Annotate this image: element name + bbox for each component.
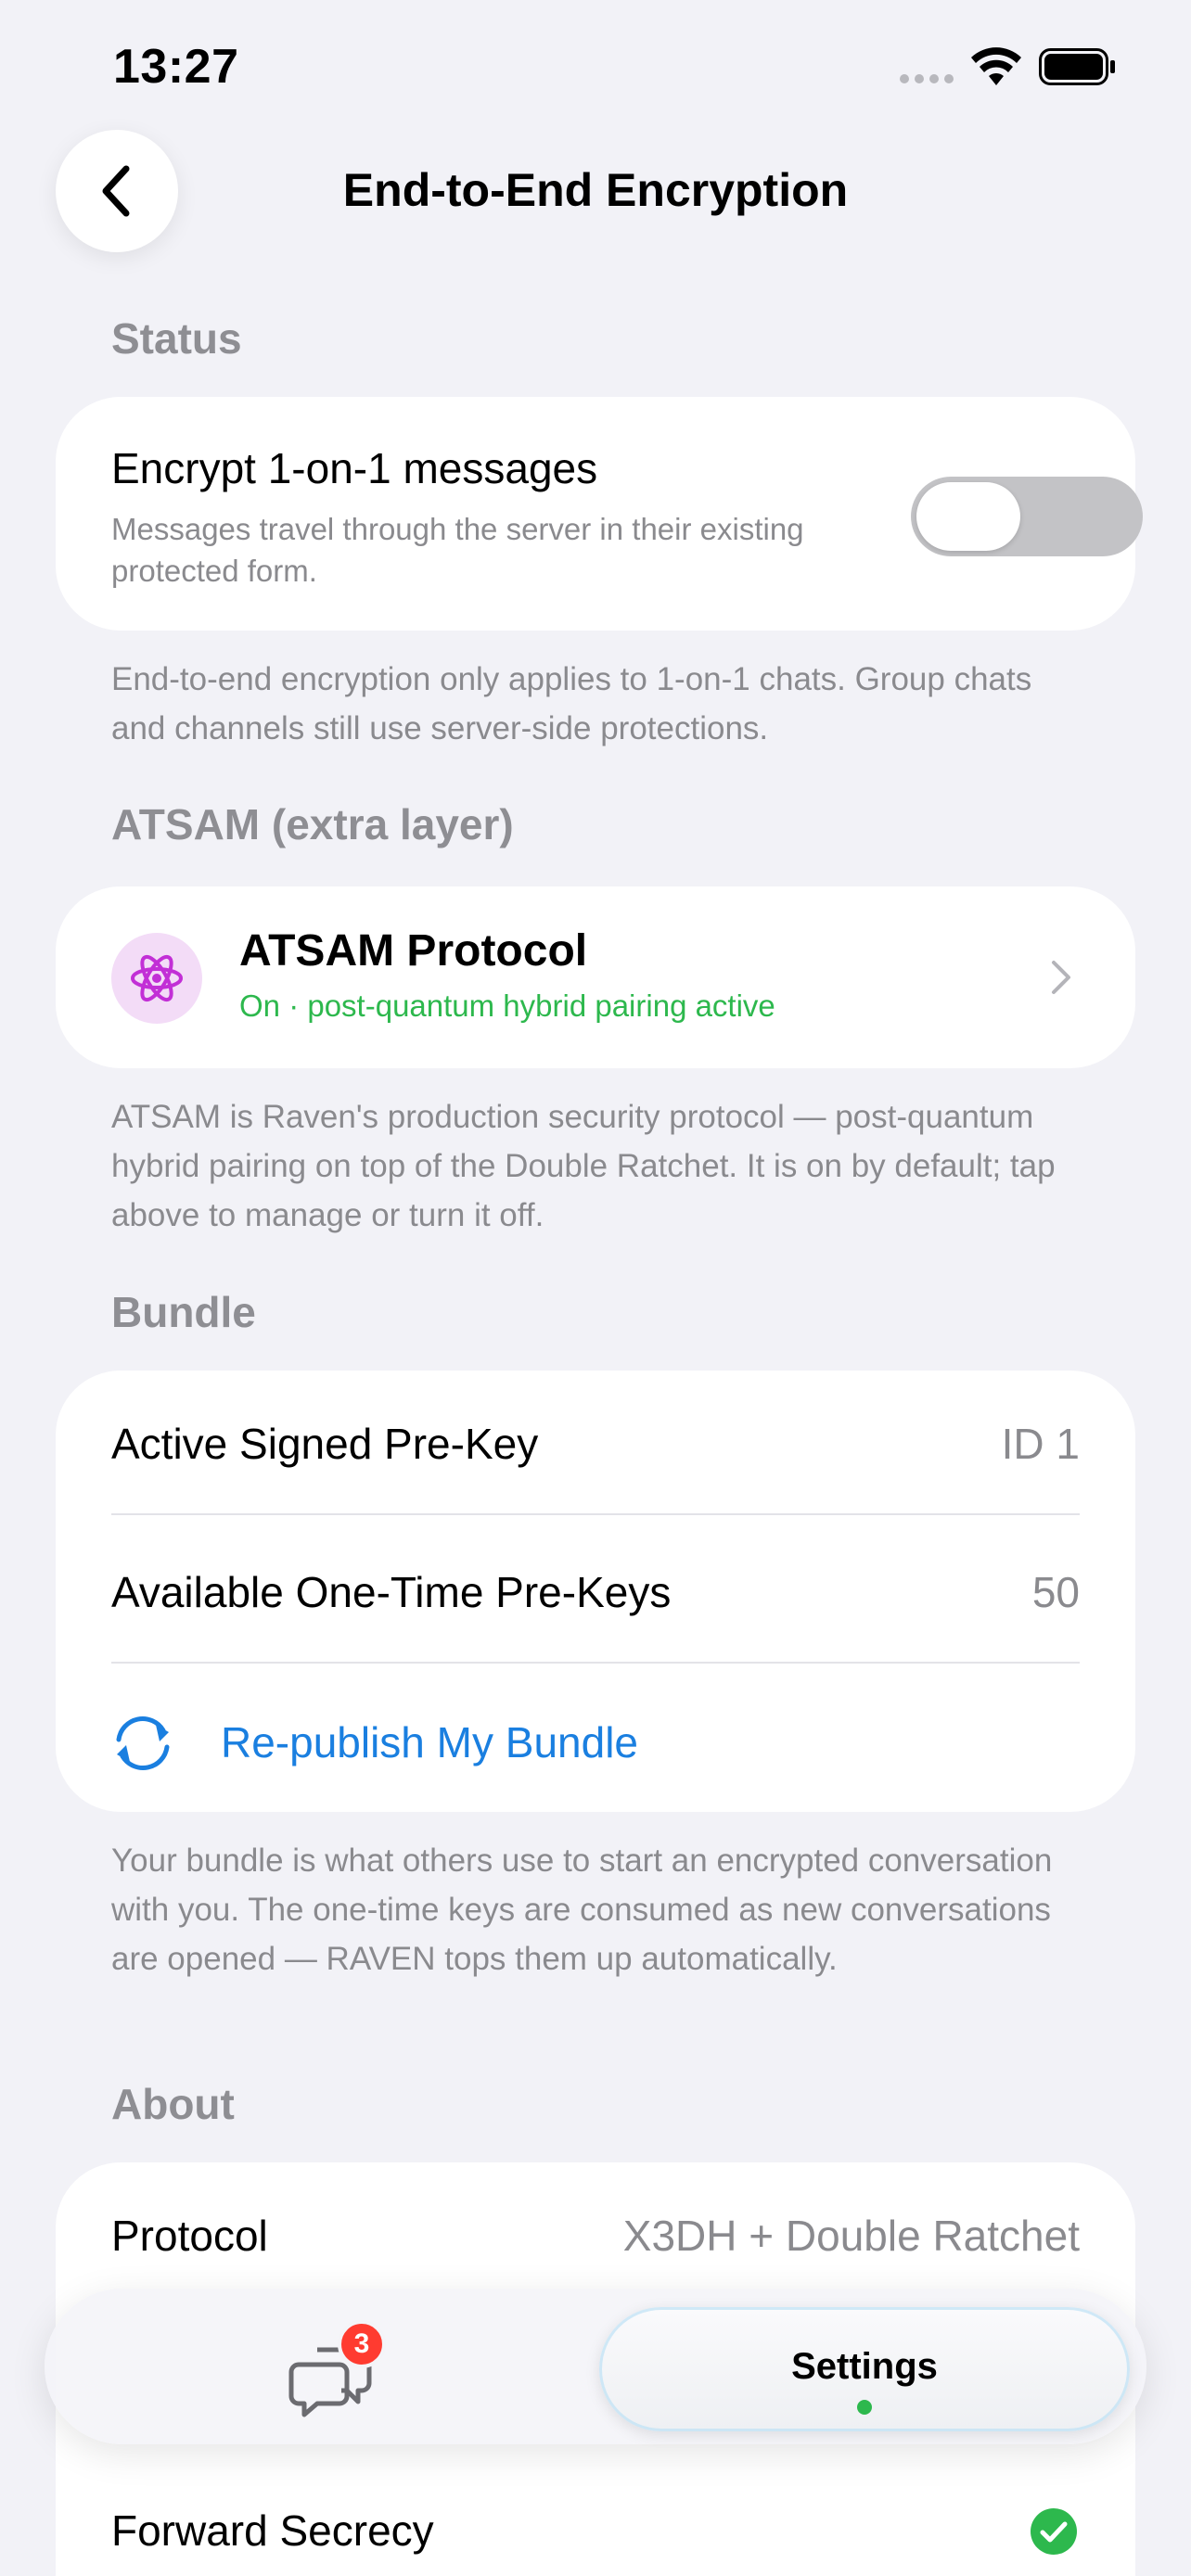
toggle-subtitle: Messages travel through the server in th… — [111, 512, 804, 588]
republish-label: Re-publish My Bundle — [221, 1718, 639, 1766]
unread-badge: 3 — [338, 2320, 386, 2368]
protocol-label: Protocol — [111, 2212, 268, 2260]
signed-prekey-value: ID 1 — [1001, 1420, 1080, 1468]
signed-prekey-label: Active Signed Pre-Key — [111, 1420, 539, 1468]
atsam-icon-badge — [111, 933, 202, 1024]
refresh-icon — [116, 1716, 170, 1770]
tab-chats[interactable]: 3 — [286, 2320, 388, 2418]
tab-settings[interactable]: Settings — [599, 2307, 1130, 2431]
status-footnote: End-to-end encryption only applies to 1-… — [111, 661, 1032, 746]
atsam-footnote: ATSAM is Raven's production security pro… — [111, 1099, 1056, 1233]
encrypt-toggle[interactable] — [911, 477, 1143, 556]
section-header-about: About — [111, 2080, 235, 2128]
active-tab-indicator — [857, 2400, 872, 2415]
onetime-prekeys-value: 50 — [1031, 1568, 1080, 1616]
signal-dots-icon — [900, 74, 954, 83]
chevron-right-icon — [1052, 961, 1070, 994]
atsam-title: ATSAM Protocol — [239, 926, 588, 976]
atsam-protocol-row[interactable]: ATSAM Protocol On · post-quantum hybrid … — [56, 886, 1135, 1068]
toggle-knob — [916, 482, 1020, 551]
forward-secrecy-label: Forward Secrecy — [111, 2506, 434, 2555]
section-header-status: Status — [111, 314, 242, 363]
status-bar: 13:27 — [0, 0, 1191, 139]
status-card: Encrypt 1-on-1 messages Messages travel … — [56, 397, 1143, 631]
screen: 13:27 End-to-End Encryption Status Encry… — [0, 0, 1191, 2576]
atom-icon — [131, 954, 183, 1002]
status-time: 13:27 — [113, 40, 239, 94]
bundle-footnote: Your bundle is what others use to start … — [111, 1843, 1053, 1977]
tab-settings-label: Settings — [791, 2346, 938, 2387]
page-title: End-to-End Encryption — [342, 164, 849, 216]
battery-icon — [1039, 48, 1115, 85]
wifi-icon — [971, 47, 1021, 85]
section-header-bundle: Bundle — [111, 1288, 256, 1336]
checkmark-circle-icon — [1031, 2508, 1077, 2555]
atsam-status: On · post-quantum hybrid pairing active — [239, 988, 775, 1023]
onetime-prekeys-label: Available One-Time Pre-Keys — [111, 1568, 672, 1616]
republish-bundle-button[interactable]: Re-publish My Bundle — [56, 1664, 1135, 1812]
divider — [111, 1513, 1080, 1515]
bundle-card: Active Signed Pre-Key ID 1 Available One… — [56, 1371, 1135, 1812]
protocol-value: X3DH + Double Ratchet — [622, 2212, 1080, 2260]
section-header-atsam: ATSAM (extra layer) — [111, 800, 514, 848]
tab-bar: 3 Settings — [45, 2289, 1146, 2444]
toggle-title: Encrypt 1-on-1 messages — [111, 444, 598, 492]
